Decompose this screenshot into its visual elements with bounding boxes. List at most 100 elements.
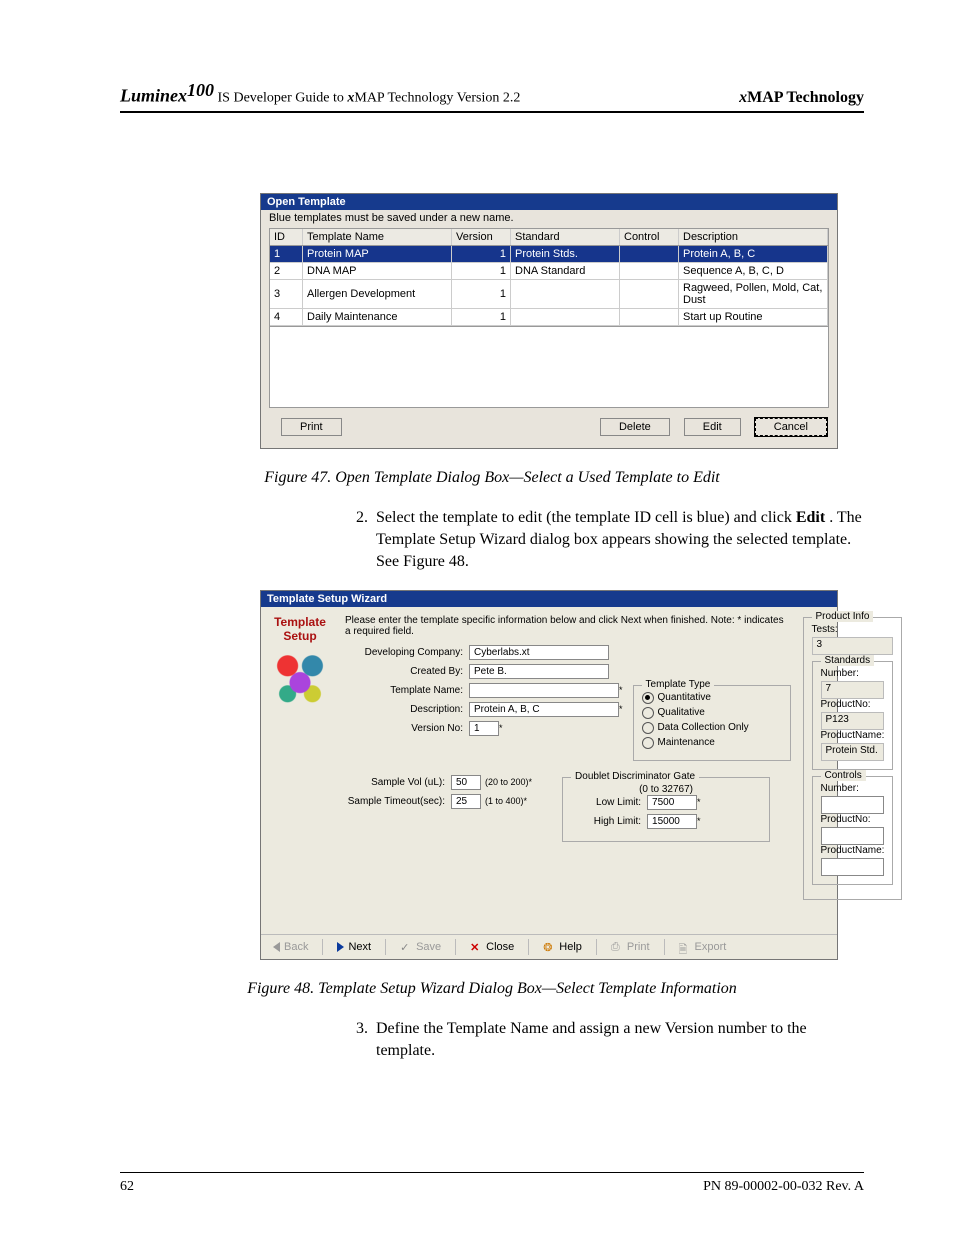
page-header: Luminex100 IS Developer Guide to xMAP Te… [120,80,864,113]
header-right-text: MAP Technology [747,89,864,106]
radio-dot-icon [642,692,654,704]
print-button[interactable]: Print [605,940,656,954]
toolbar-sep [322,939,323,955]
grid-empty-area [269,327,829,408]
sample-timeout-field[interactable]: 25 [451,794,481,809]
cancel-button[interactable]: Cancel [755,418,827,436]
print-button[interactable]: Print [281,418,342,436]
cell-id: 1 [270,245,303,262]
label-dev-company: Developing Company: [345,647,469,658]
toolbar-sep [596,939,597,955]
sample-vol-hint: (20 to 200) [481,777,529,787]
cell-standard: DNA Standard [511,262,620,279]
std-number-value: 7 [821,681,885,699]
cell-desc: Start up Routine [679,308,828,325]
export-button[interactable]: Export [673,940,733,954]
std-productno-value: P123 [821,712,885,730]
cell-version: 1 [452,262,511,279]
step-2-a: Select the template to edit (the templat… [376,509,796,526]
table-row[interactable]: 3 Allergen Development 1 Ragweed, Pollen… [270,279,828,308]
col-control[interactable]: Control [620,229,679,246]
col-desc[interactable]: Description [679,229,828,246]
low-limit-field[interactable]: 7500 [647,795,697,810]
page-footer: 62 PN 89-00002-00-032 Rev. A [120,1172,864,1195]
step-2: 2. Select the template to edit (the temp… [340,507,864,574]
ctrl-productno-value[interactable] [821,827,885,845]
table-row[interactable]: 4 Daily Maintenance 1 Start up Routine [270,308,828,325]
header-right-x: x [739,89,747,106]
col-version[interactable]: Version [452,229,511,246]
save-button[interactable]: Save [394,940,447,954]
description-field[interactable]: Protein A, B, C [469,702,619,717]
col-standard[interactable]: Standard [511,229,620,246]
cell-version: 1 [452,279,511,308]
radio-dot-icon [642,707,654,719]
cell-control [620,308,679,325]
wizard-title: Template Setup Wizard [261,591,837,607]
controls-legend: Controls [821,770,866,781]
dialog-note: Blue templates must be saved under a new… [261,210,837,228]
cell-name: Daily Maintenance [303,308,452,325]
version-no-field[interactable]: 1 [469,721,499,736]
table-row[interactable]: 1 Protein MAP 1 Protein Stds. Protein A,… [270,245,828,262]
toolbar-sep [455,939,456,955]
label-tests: Tests: [812,624,894,635]
next-button[interactable]: Next [331,940,377,954]
help-button[interactable]: Help [537,940,588,954]
delete-button[interactable]: Delete [600,418,670,436]
cell-name: DNA MAP [303,262,452,279]
radio-data-collection[interactable]: Data Collection Only [642,722,782,734]
label-low-limit: Low Limit: [571,797,647,808]
dd-gate-legend: Doublet Discriminator Gate [571,771,699,782]
radio-quantitative[interactable]: Quantitative [642,692,782,704]
sample-vol-field[interactable]: 50 [451,775,481,790]
label-productname: ProductName: [821,845,885,856]
label-high-limit: High Limit: [571,816,647,827]
cell-id: 3 [270,279,303,308]
back-button[interactable]: Back [267,940,314,954]
col-id[interactable]: ID [270,229,303,246]
edit-button[interactable]: Edit [684,418,741,436]
cell-desc: Ragweed, Pollen, Mold, Cat, Dust [679,279,828,308]
label-template-name: Template Name: [345,685,469,696]
cell-version: 1 [452,245,511,262]
wizard-toolbar: Back Next Save Close Help Print Export [261,934,837,959]
radio-maintenance[interactable]: Maintenance [642,737,782,749]
label-sample-vol: Sample Vol (uL): [345,777,451,788]
col-name[interactable]: Template Name [303,229,452,246]
help-icon [543,941,555,953]
label-description: Description: [345,704,469,715]
export-icon [679,941,691,953]
cell-name: Protein MAP [303,245,452,262]
standards-legend: Standards [821,655,875,666]
req-mark: * [697,816,701,826]
toolbar-sep [385,939,386,955]
cell-standard: Protein Stds. [511,245,620,262]
close-button[interactable]: Close [464,940,520,954]
label-productno: ProductNo: [821,814,885,825]
req-mark: * [499,723,503,733]
cell-standard [511,308,620,325]
template-setup-wizard: Template Setup Wizard Template Setup Ple… [260,590,838,960]
created-by-field[interactable]: Pete B. [469,664,609,679]
dev-company-field[interactable]: Cyberlabs.xt [469,645,609,660]
figure-47-caption: Figure 47. Open Template Dialog Box—Sele… [120,469,864,487]
cell-desc: Protein A, B, C [679,245,828,262]
template-name-field[interactable] [469,683,619,698]
cell-id: 2 [270,262,303,279]
ctrl-productname-value[interactable] [821,858,885,876]
table-row[interactable]: 2 DNA MAP 1 DNA Standard Sequence A, B, … [270,262,828,279]
cell-id: 4 [270,308,303,325]
high-limit-field[interactable]: 15000 [647,814,697,829]
toolbar-sep [528,939,529,955]
ctrl-number-value[interactable] [821,796,885,814]
header-tail-b: MAP Technology Version 2.2 [354,91,520,106]
header-tail-a: IS Developer Guide to [218,91,348,106]
product-info-group: Product Info Tests: 3 Standards Number: … [803,617,903,900]
radio-qualitative[interactable]: Qualitative [642,707,782,719]
open-template-dialog: Open Template Blue templates must be sav… [260,193,838,449]
wizard-side-title: Template Setup [269,615,331,643]
cell-version: 1 [452,308,511,325]
dialog-title: Open Template [261,194,837,210]
template-type-legend: Template Type [642,679,715,690]
